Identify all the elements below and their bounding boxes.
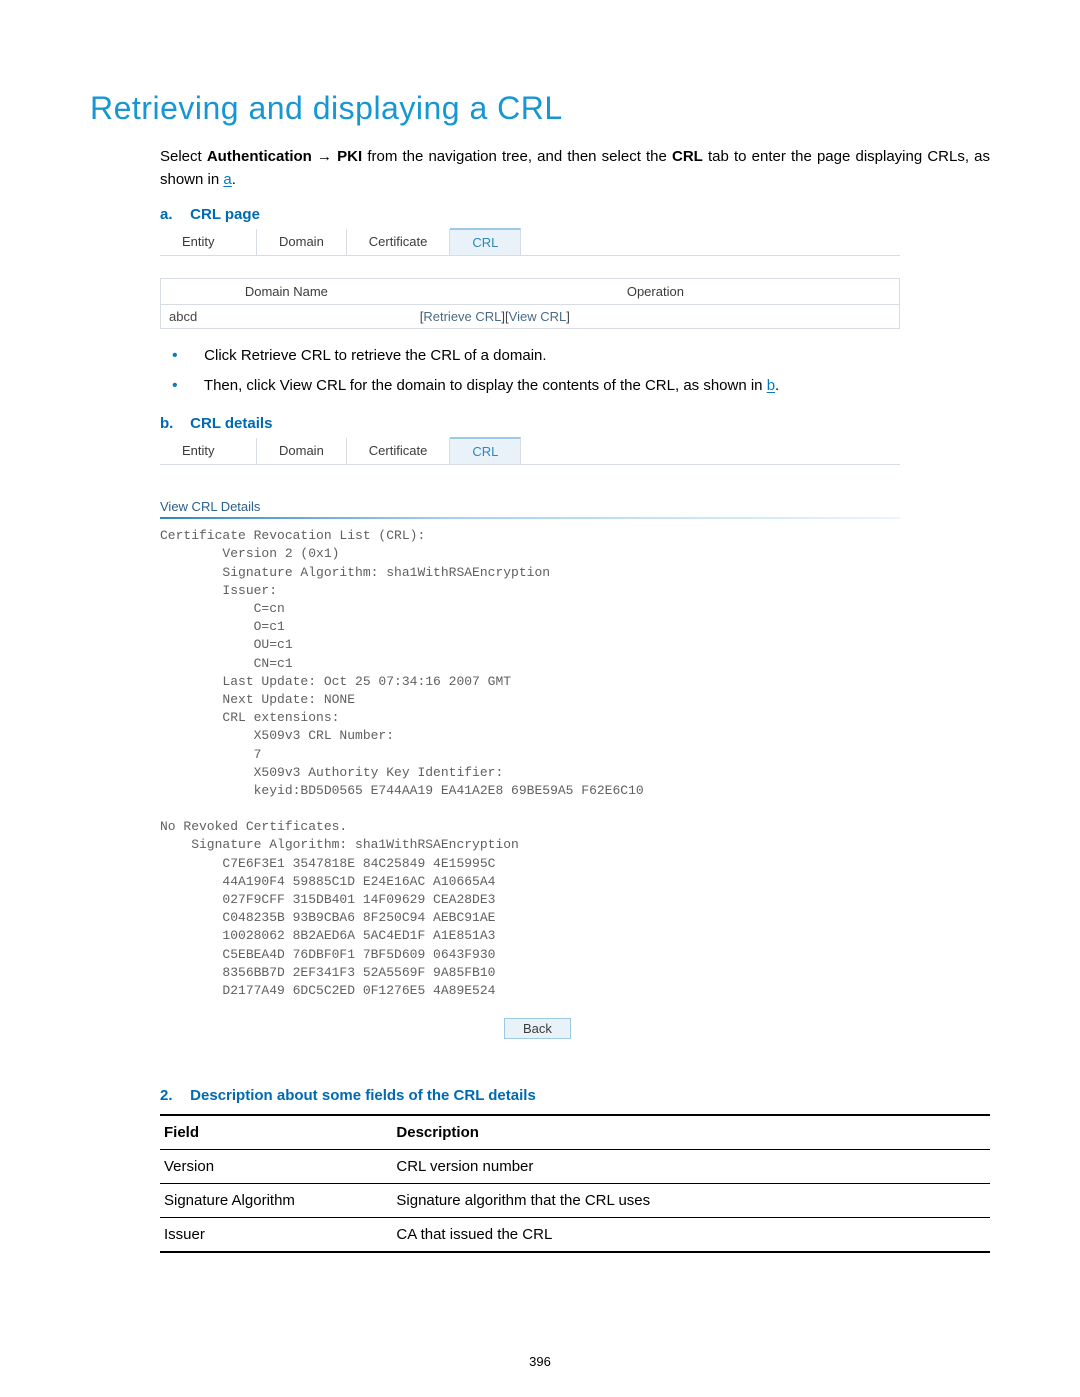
text: . — [232, 171, 236, 188]
tab-spacer — [521, 438, 900, 464]
cell-field: Version — [160, 1150, 392, 1184]
page-title: Retrieving and displaying a CRL — [90, 90, 990, 127]
table-row: Signature Algorithm Signature algorithm … — [160, 1184, 990, 1218]
tab-entity[interactable]: Entity — [160, 229, 257, 255]
tab-entity[interactable]: Entity — [160, 438, 257, 464]
tab-domain[interactable]: Domain — [257, 438, 347, 464]
text: for the domain to display the contents o… — [346, 377, 767, 394]
view-crl-header: View CRL Details — [160, 497, 900, 519]
tab-bar: Entity Domain Certificate CRL — [160, 438, 900, 465]
tab-spacer — [521, 229, 900, 255]
cell-desc: CRL version number — [392, 1150, 990, 1184]
section-b-heading: b. CRL details — [160, 415, 990, 432]
text: to retrieve the CRL of a domain. — [330, 347, 546, 364]
section-title: Description about some fields of the CRL… — [190, 1087, 536, 1104]
tab-bar: Entity Domain Certificate CRL — [160, 229, 900, 256]
table-row: Version CRL version number — [160, 1150, 990, 1184]
nav-pki: PKI — [337, 148, 362, 165]
tab-domain[interactable]: Domain — [257, 229, 347, 255]
domain-table: Domain Name Operation abcd [Retrieve CRL… — [160, 278, 900, 329]
cell-domain-name: abcd — [161, 304, 412, 328]
crl-details-figure: Entity Domain Certificate CRL View CRL D… — [160, 438, 900, 1039]
section-a-heading: a. CRL page — [160, 206, 990, 223]
col-operation: Operation — [412, 278, 900, 304]
table-row: abcd [Retrieve CRL][View CRL] — [161, 304, 900, 328]
tab-crl[interactable]: CRL — [450, 228, 521, 255]
tab-crl[interactable]: CRL — [450, 437, 521, 464]
back-button[interactable]: Back — [504, 1018, 571, 1039]
link-a[interactable]: a — [223, 171, 231, 188]
list-item: Then, click View CRL for the domain to d… — [200, 371, 990, 401]
cell-field: Signature Algorithm — [160, 1184, 392, 1218]
col-description: Description — [392, 1115, 990, 1150]
section-label: b. — [160, 415, 186, 432]
tab-certificate[interactable]: Certificate — [347, 438, 451, 464]
view-crl-link[interactable]: View CRL — [509, 309, 567, 324]
col-field: Field — [160, 1115, 392, 1150]
link-b[interactable]: b — [767, 377, 775, 394]
text: from the navigation tree, and then selec… — [362, 148, 672, 165]
table-row: Issuer CA that issued the CRL — [160, 1218, 990, 1253]
retrieve-crl-link[interactable]: Retrieve CRL — [423, 309, 501, 324]
tab-certificate[interactable]: Certificate — [347, 229, 451, 255]
nav-authentication: Authentication — [207, 148, 312, 165]
view-crl-term: View CRL — [280, 377, 346, 394]
crl-page-figure: Entity Domain Certificate CRL Domain Nam… — [160, 229, 990, 329]
arrow-icon: → — [317, 148, 332, 165]
list-item: Click Retrieve CRL to retrieve the CRL o… — [200, 341, 990, 371]
section-label: 2. — [160, 1087, 186, 1104]
crl-tab-ref: CRL — [672, 148, 703, 165]
section-label: a. — [160, 206, 186, 223]
text: . — [775, 377, 779, 394]
cell-desc: Signature algorithm that the CRL uses — [392, 1184, 990, 1218]
retrieve-crl-term: Retrieve CRL — [241, 347, 330, 364]
section-title: CRL page — [190, 206, 260, 223]
instruction-list: Click Retrieve CRL to retrieve the CRL o… — [90, 341, 990, 402]
cell-operation: [Retrieve CRL][View CRL] — [412, 304, 900, 328]
text: Select — [160, 148, 207, 165]
col-domain-name: Domain Name — [161, 278, 412, 304]
cell-field: Issuer — [160, 1218, 392, 1253]
page-number: 396 — [0, 1354, 1080, 1369]
text: Click — [204, 347, 241, 364]
section-title: CRL details — [190, 415, 272, 432]
crl-raw-output: Certificate Revocation List (CRL): Versi… — [160, 527, 900, 1000]
text: Then, click — [204, 377, 280, 394]
divider — [160, 517, 900, 519]
intro-paragraph: Select Authentication → PKI from the nav… — [90, 145, 990, 192]
section-2-heading: 2. Description about some fields of the … — [160, 1087, 990, 1104]
cell-desc: CA that issued the CRL — [392, 1218, 990, 1253]
field-description-table: Field Description Version CRL version nu… — [160, 1114, 990, 1253]
